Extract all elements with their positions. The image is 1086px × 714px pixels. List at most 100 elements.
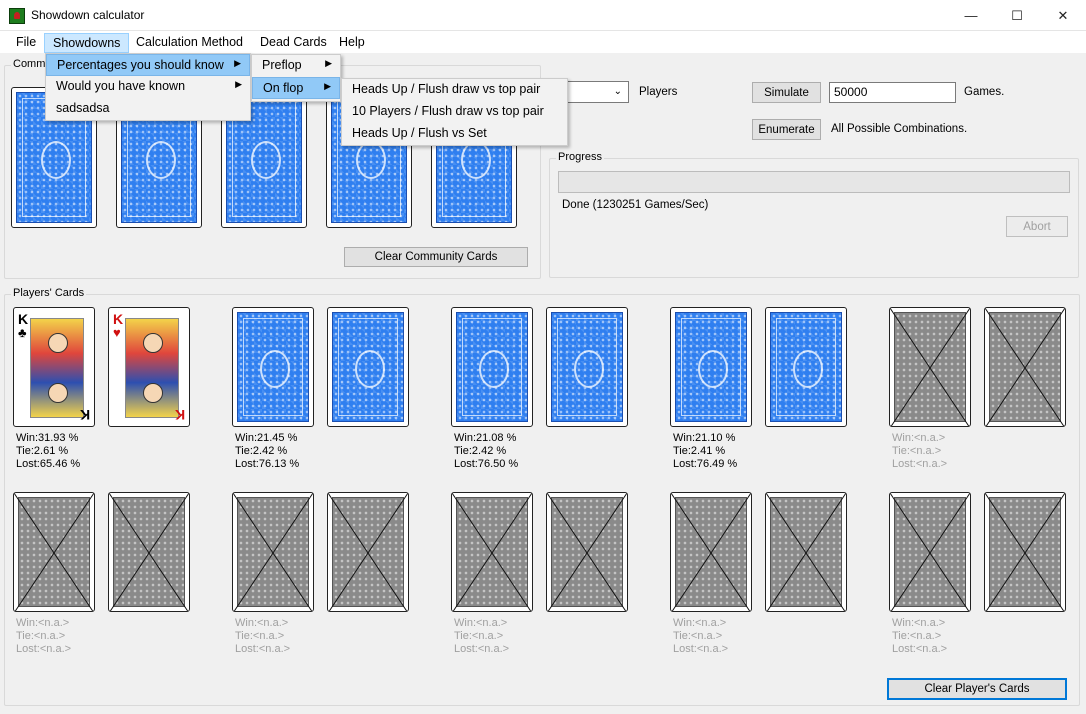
menu-bar: File Showdowns Calculation Method Dead C… <box>0 31 1086 53</box>
simulate-button[interactable]: Simulate <box>752 82 821 103</box>
menu-item-sadsadsa[interactable]: sadsadsa <box>46 98 250 120</box>
card-rank: K <box>174 407 185 423</box>
win-stat: Win:<n.a.> <box>892 432 946 444</box>
player-stats: Win:<n.a.> Tie:<n.a.> Lost:<n.a.> <box>454 617 509 656</box>
tie-stat: Tie:<n.a.> <box>235 630 285 642</box>
menu-item-heads-up-flush-vs-set[interactable]: Heads Up / Flush vs Set <box>342 123 567 145</box>
player-card[interactable] <box>451 307 533 427</box>
players-cards-label: Players' Cards <box>11 287 87 299</box>
players-label: Players <box>639 86 678 98</box>
menu-file[interactable]: File <box>8 33 44 53</box>
player-card-disabled[interactable] <box>451 492 533 612</box>
win-stat: Win:<n.a.> <box>454 617 508 629</box>
submenu-arrow-icon: ▶ <box>325 58 332 68</box>
menu-dead-cards[interactable]: Dead Cards <box>252 33 335 53</box>
lost-stat: Lost:<n.a.> <box>892 458 948 470</box>
tie-stat: Tie:<n.a.> <box>673 630 723 642</box>
lost-stat: Lost:<n.a.> <box>454 643 510 655</box>
menu-calculation-method[interactable]: Calculation Method <box>128 33 251 53</box>
menu-item-on-flop[interactable]: On flop ▶ <box>252 77 340 99</box>
player-card-disabled[interactable] <box>108 492 190 612</box>
tie-stat: Tie:2.42 % <box>235 445 288 457</box>
menu-item-would-you-have-known[interactable]: Would you have known ▶ <box>46 76 250 98</box>
submenu-arrow-icon: ▶ <box>324 81 331 91</box>
player-card-disabled[interactable] <box>546 492 628 612</box>
menu-item-percentages-you-should-know[interactable]: Percentages you should know ▶ <box>46 54 250 76</box>
player-stats: Win:31.93 % Tie:2.61 % Lost:65.46 % <box>16 432 80 471</box>
win-stat: Win:<n.a.> <box>673 617 727 629</box>
player-card[interactable] <box>670 307 752 427</box>
abort-button[interactable]: Abort <box>1006 216 1068 237</box>
menu-item-preflop[interactable]: Preflop ▶ <box>252 55 340 77</box>
win-stat: Win:<n.a.> <box>16 617 70 629</box>
club-suit-icon: ♣ <box>18 325 27 340</box>
clear-players-cards-button[interactable]: Clear Player's Cards <box>887 678 1067 700</box>
players-select[interactable]: ⌄ <box>562 81 629 103</box>
win-stat: Win:21.45 % <box>235 432 298 444</box>
player-card-disabled[interactable] <box>13 492 95 612</box>
menu-item-10-players-flush-draw-vs-top-pair[interactable]: 10 Players / Flush draw vs top pair <box>342 101 567 123</box>
enumerate-button[interactable]: Enumerate <box>752 119 821 140</box>
win-stat: Win:<n.a.> <box>892 617 946 629</box>
king-figure-icon <box>125 318 179 418</box>
player-card-disabled[interactable] <box>984 492 1066 612</box>
progress-status: Done (1230251 Games/Sec) <box>562 199 709 211</box>
tie-stat: Tie:2.61 % <box>16 445 69 457</box>
menu-help[interactable]: Help <box>331 33 373 53</box>
player-card-disabled[interactable] <box>889 492 971 612</box>
progress-label: Progress <box>556 151 605 163</box>
games-label: Games. <box>964 86 1005 98</box>
submenu-arrow-icon: ▶ <box>234 58 241 68</box>
player-card-disabled[interactable] <box>765 492 847 612</box>
player-card[interactable]: K ♣ K <box>13 307 95 427</box>
card-rank: K <box>79 407 90 423</box>
player-card[interactable] <box>327 307 409 427</box>
lost-stat: Lost:<n.a.> <box>16 643 72 655</box>
title-bar: Showdown calculator — ☐ ✕ <box>0 0 1086 31</box>
clear-community-cards-button[interactable]: Clear Community Cards <box>344 247 528 267</box>
games-input[interactable]: 50000 <box>829 82 956 103</box>
win-stat: Win:<n.a.> <box>235 617 289 629</box>
chevron-down-icon: ⌄ <box>613 86 622 97</box>
window-title: Showdown calculator <box>31 8 145 22</box>
tie-stat: Tie:2.41 % <box>673 445 726 457</box>
lost-stat: Lost:65.46 % <box>16 458 81 470</box>
player-stats: Win:<n.a.> Tie:<n.a.> Lost:<n.a.> <box>892 432 947 471</box>
player-stats: Win:<n.a.> Tie:<n.a.> Lost:<n.a.> <box>673 617 728 656</box>
tie-stat: Tie:<n.a.> <box>16 630 66 642</box>
player-card-disabled[interactable] <box>670 492 752 612</box>
player-stats: Win:<n.a.> Tie:<n.a.> Lost:<n.a.> <box>16 617 71 656</box>
player-card-disabled[interactable] <box>327 492 409 612</box>
card-rank: K <box>113 311 124 327</box>
submenu-arrow-icon: ▶ <box>235 79 242 89</box>
player-card-disabled[interactable] <box>889 307 971 427</box>
player-card[interactable] <box>232 307 314 427</box>
player-card-disabled[interactable] <box>232 492 314 612</box>
player-card[interactable] <box>765 307 847 427</box>
percentages-submenu: Preflop ▶ On flop ▶ <box>251 54 341 102</box>
lost-stat: Lost:<n.a.> <box>235 643 291 655</box>
lost-stat: Lost:76.50 % <box>454 458 519 470</box>
player-card[interactable]: K ♥ K <box>108 307 190 427</box>
showdowns-menu: Percentages you should know ▶ Would you h… <box>45 53 251 121</box>
menu-item-heads-up-flush-draw-vs-top-pair[interactable]: Heads Up / Flush draw vs top pair <box>342 79 567 101</box>
player-stats: Win:<n.a.> Tie:<n.a.> Lost:<n.a.> <box>235 617 290 656</box>
progress-bar <box>558 171 1070 193</box>
tie-stat: Tie:<n.a.> <box>454 630 504 642</box>
tie-stat: Tie:2.42 % <box>454 445 507 457</box>
card-rank: K <box>18 311 29 327</box>
king-figure-icon <box>30 318 84 418</box>
menu-showdowns[interactable]: Showdowns <box>44 33 130 53</box>
win-stat: Win:21.08 % <box>454 432 517 444</box>
close-button[interactable]: ✕ <box>1040 0 1086 31</box>
app-icon <box>9 8 25 24</box>
lost-stat: Lost:76.13 % <box>235 458 300 470</box>
win-stat: Win:31.93 % <box>16 432 79 444</box>
minimize-button[interactable]: — <box>948 0 994 31</box>
player-card-disabled[interactable] <box>984 307 1066 427</box>
player-stats: Win:21.10 % Tie:2.41 % Lost:76.49 % <box>673 432 737 471</box>
tie-stat: Tie:<n.a.> <box>892 445 942 457</box>
maximize-button[interactable]: ☐ <box>994 0 1040 31</box>
player-card[interactable] <box>546 307 628 427</box>
lost-stat: Lost:76.49 % <box>673 458 738 470</box>
